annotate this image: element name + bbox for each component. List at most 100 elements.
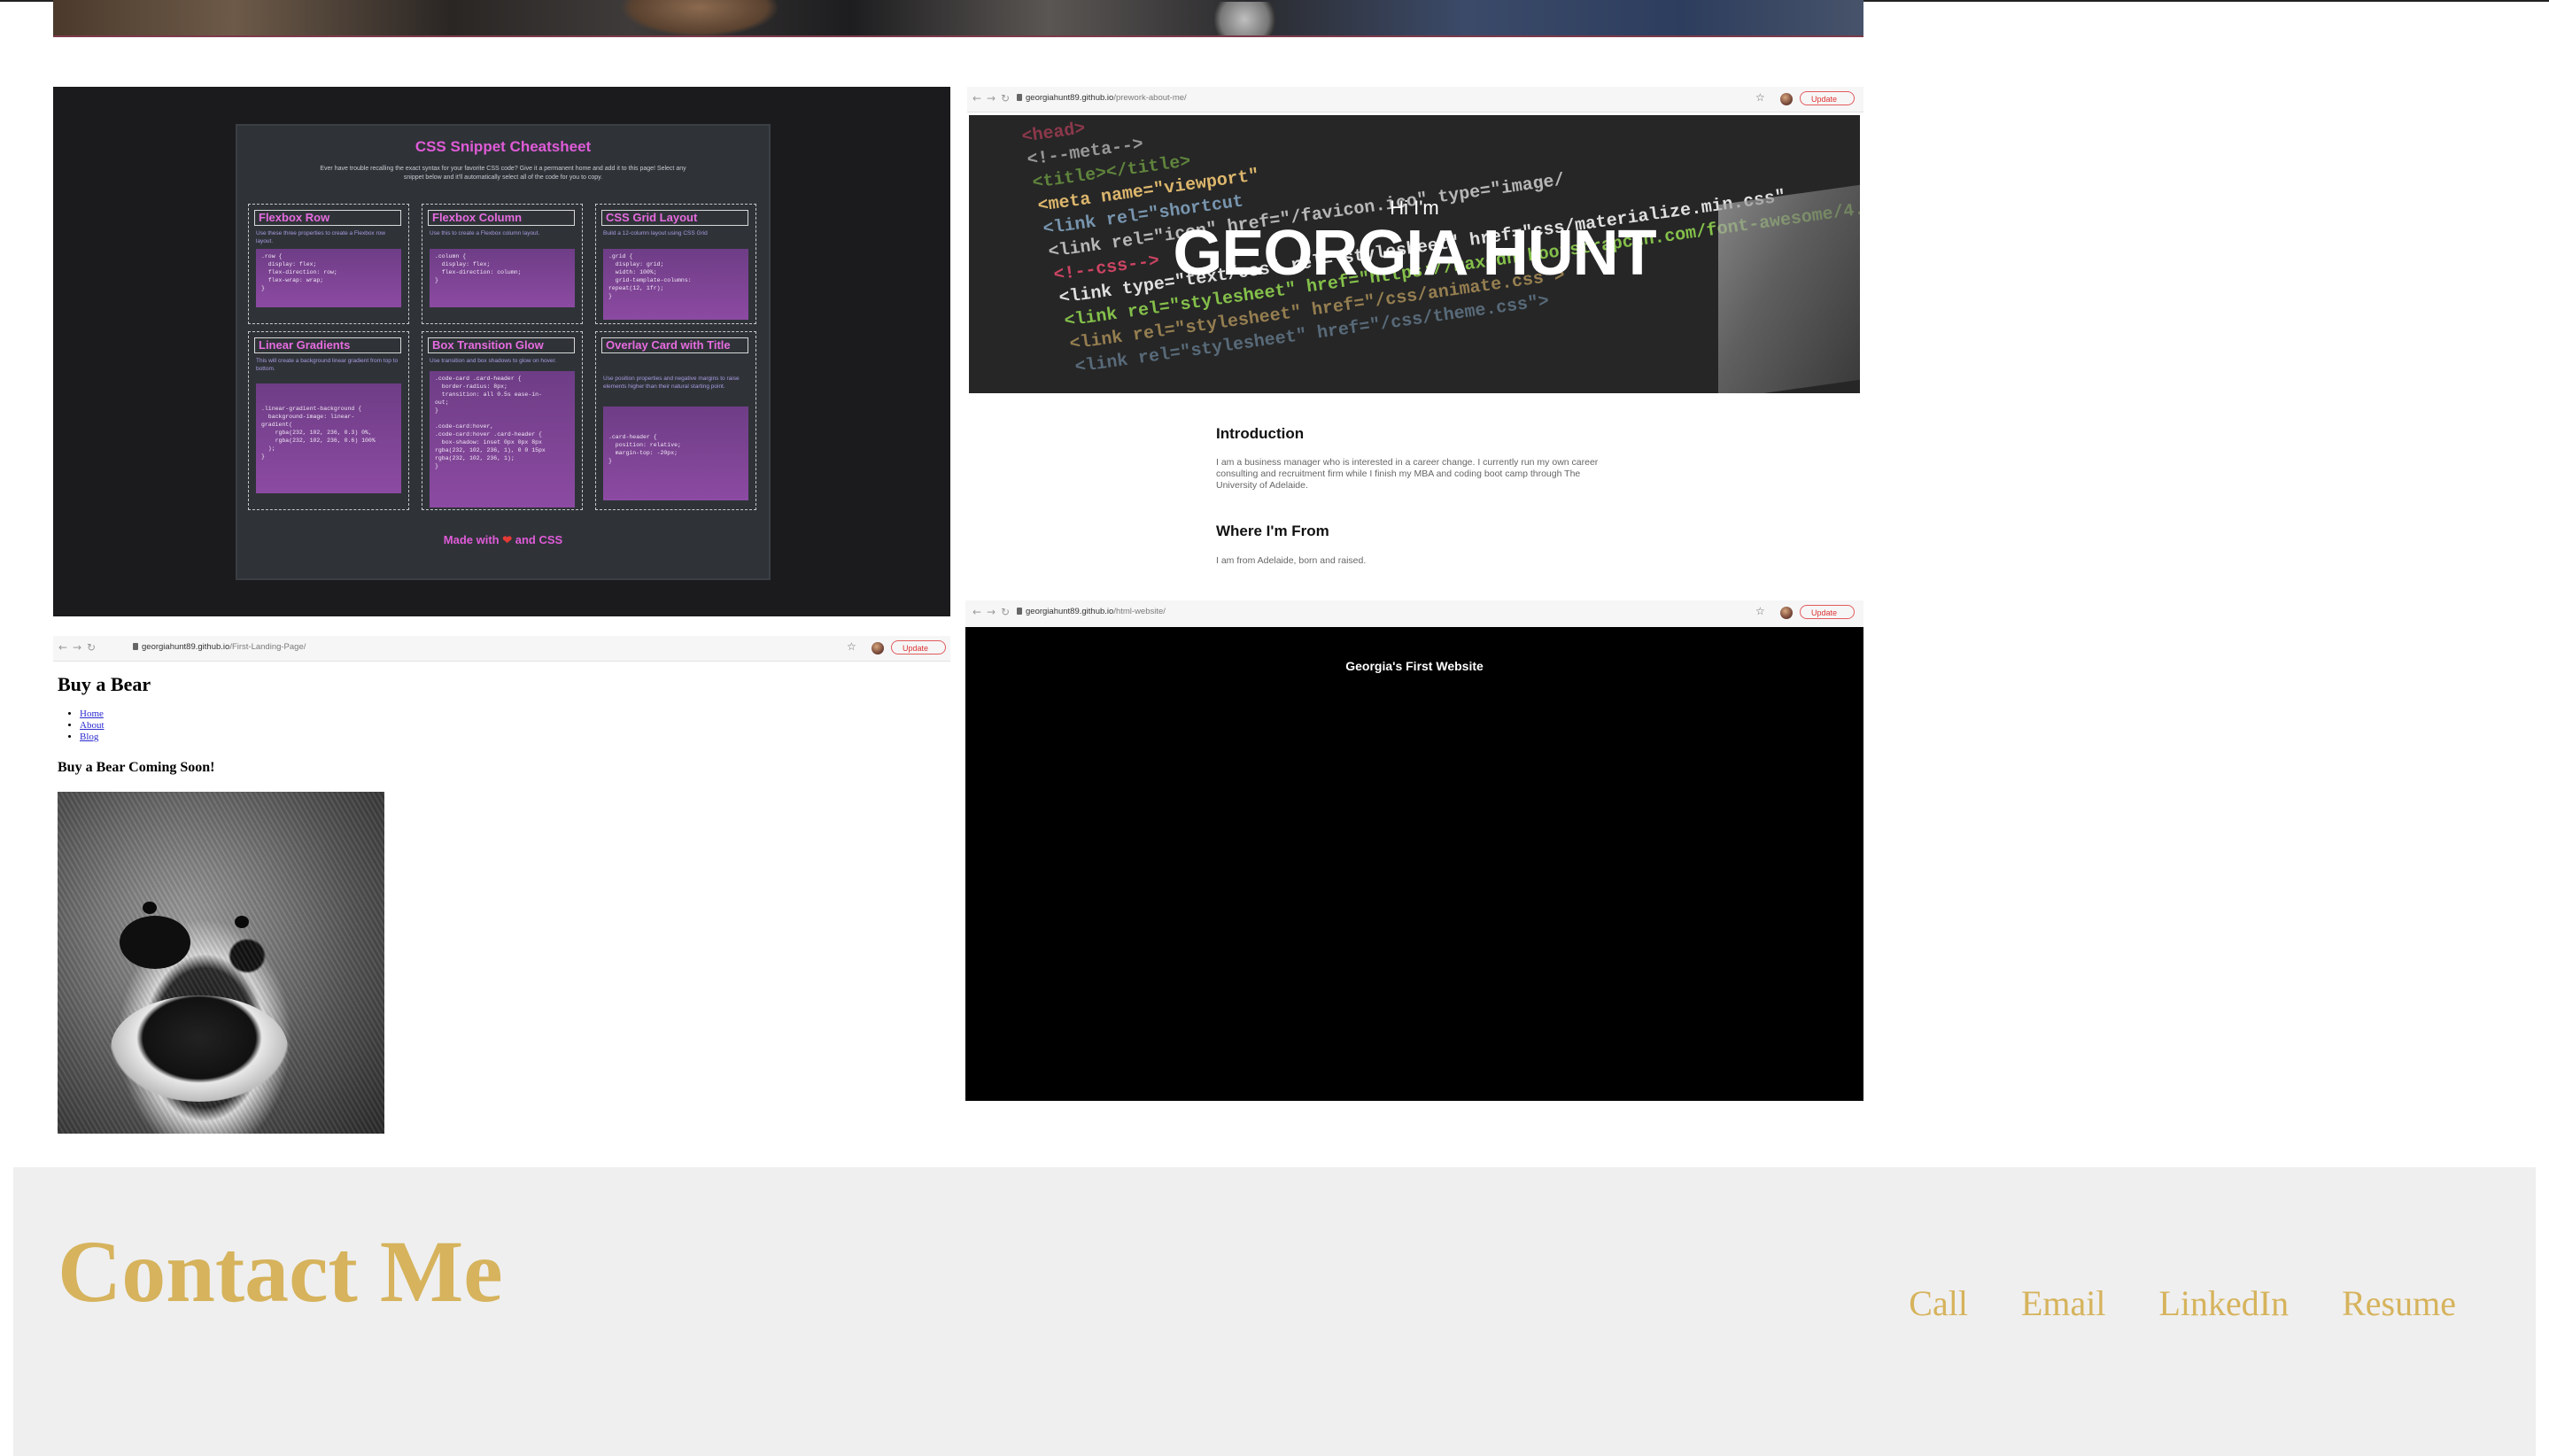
url-path: /prework-about-me/	[1113, 93, 1187, 103]
section-heading: Introduction	[1216, 425, 1305, 442]
snippet-label: Flexbox Row	[254, 210, 401, 226]
snippet-label: Overlay Card with Title	[601, 337, 748, 353]
update-button[interactable]: Update	[891, 640, 946, 654]
contact-link-call[interactable]: Call	[1909, 1282, 1968, 1324]
nav-link-about[interactable]: About	[80, 720, 105, 731]
nav-item: Blog	[80, 732, 105, 743]
contact-links: Call Email LinkedIn Resume	[1909, 1282, 2456, 1324]
url-host: georgiahunt89.github.io	[142, 642, 230, 652]
snippet-label: Linear Gradients	[254, 337, 401, 353]
snippet-code[interactable]: .linear-gradient-background { background…	[256, 383, 401, 493]
project-css-cheatsheet[interactable]: CSS Snippet Cheatsheet Ever have trouble…	[53, 87, 950, 616]
url-bar[interactable]: georgiahunt89.github.io/First-Landing-Pa…	[142, 642, 306, 652]
back-arrow-icon[interactable]: ←	[972, 606, 981, 618]
nav-item: About	[80, 720, 105, 732]
snippet-label: Flexbox Column	[428, 210, 575, 226]
section-text: I am from Adelaide, born and raised.	[1216, 555, 1367, 566]
snippet-desc: Use these three properties to create a F…	[256, 230, 385, 244]
reload-icon[interactable]: ↻	[87, 641, 96, 654]
lock-icon	[1017, 94, 1022, 101]
contact-title: Contact Me	[58, 1222, 503, 1320]
bear-eye	[235, 916, 249, 928]
contact-link-resume[interactable]: Resume	[2342, 1282, 2456, 1324]
snippet-card-linear-gradients[interactable]: Linear Gradients This will create a back…	[248, 331, 409, 510]
project-buy-a-bear[interactable]: ← → ↻ georgiahunt89.github.io/First-Land…	[53, 636, 950, 1134]
nav-link-blog[interactable]: Blog	[80, 732, 98, 742]
url-path: /html-website/	[1113, 607, 1166, 616]
star-icon[interactable]: ☆	[847, 640, 856, 653]
url-host: georgiahunt89.github.io	[1026, 607, 1114, 616]
reload-icon[interactable]: ↻	[1001, 606, 1010, 618]
avatar[interactable]	[1780, 93, 1793, 105]
browser-toolbar: ← → ↻ georgiahunt89.github.io/First-Land…	[53, 636, 950, 662]
bear-subtitle: Buy a Bear Coming Soon!	[58, 760, 215, 775]
snippet-card-flexbox-column[interactable]: Flexbox Column Use this to create a Flex…	[422, 204, 583, 324]
url-bar[interactable]: georgiahunt89.github.io/prework-about-me…	[1026, 93, 1187, 103]
photo-bottom-border	[53, 35, 1863, 37]
snippet-desc: This will create a background linear gra…	[256, 358, 399, 372]
avatar[interactable]	[872, 642, 884, 654]
contact-link-linkedin[interactable]: LinkedIn	[2159, 1282, 2289, 1324]
snippet-code[interactable]: .card-header { position: relative; margi…	[603, 407, 748, 500]
snippet-label: CSS Grid Layout	[601, 210, 748, 226]
snippet-desc: Use position properties and negative mar…	[603, 376, 740, 390]
update-button[interactable]: Update	[1800, 91, 1855, 105]
project-first-website[interactable]: Georgia's First Website	[965, 600, 1863, 1101]
photo-hand	[620, 0, 779, 37]
snippet-desc: Build a 12-column layout using CSS Grid	[603, 230, 708, 236]
first-website-title: Georgia's First Website	[1345, 659, 1484, 673]
bear-mouth	[111, 995, 288, 1102]
hero-name: GEORGIA HUNT	[1173, 218, 1656, 289]
section-text: I am a business manager who is intereste…	[1216, 457, 1599, 491]
browser-toolbar: ← → ↻ georgiahunt89.github.io/html-websi…	[965, 600, 1863, 627]
forward-arrow-icon[interactable]: →	[73, 641, 81, 654]
lock-icon	[133, 643, 138, 650]
snippet-code[interactable]: .row { display: flex; flex-direction: ro…	[256, 249, 401, 307]
back-arrow-icon[interactable]: ←	[972, 92, 981, 105]
snippet-card-overlay-card[interactable]: Overlay Card with Title Use position pro…	[595, 331, 756, 510]
cheatsheet-footer: Made with ❤ and CSS	[237, 533, 769, 547]
footer-text-before: Made with	[443, 533, 503, 546]
about-hero: <head> <!--meta--> <title></title> <meta na…	[969, 115, 1860, 393]
star-icon[interactable]: ☆	[1755, 91, 1765, 104]
snippet-code[interactable]: .grid { display: grid; width: 100%; grid…	[603, 249, 748, 320]
bear-eye	[143, 902, 157, 914]
url-bar[interactable]: georgiahunt89.github.io/html-website/	[1026, 607, 1166, 616]
snippet-desc: Use this to create a Flexbox column layo…	[430, 230, 540, 236]
section-heading: Where I'm From	[1216, 523, 1329, 539]
contact-link-email[interactable]: Email	[2021, 1282, 2106, 1324]
snippet-desc: Use transition and box shadows to glow o…	[430, 358, 557, 364]
lock-icon	[1017, 608, 1022, 615]
cheatsheet-card: CSS Snippet Cheatsheet Ever have trouble…	[236, 124, 771, 580]
avatar[interactable]	[1780, 607, 1793, 619]
url-host: georgiahunt89.github.io	[1026, 93, 1114, 103]
update-button[interactable]: Update	[1800, 605, 1855, 619]
snippet-card-flexbox-row[interactable]: Flexbox Row Use these three properties t…	[248, 204, 409, 324]
watch-icon	[1205, 2, 1284, 37]
nav-item: Home	[80, 709, 105, 720]
cheatsheet-intro: Ever have trouble recalling the exact sy…	[320, 166, 686, 181]
snippet-label: Box Transition Glow	[428, 337, 575, 353]
top-project-image[interactable]	[53, 0, 1863, 37]
cheatsheet-title: CSS Snippet Cheatsheet	[415, 138, 592, 155]
heart-icon: ❤	[502, 533, 513, 546]
bear-photo	[58, 792, 384, 1134]
snippet-card-box-transition-glow[interactable]: Box Transition Glow Use transition and b…	[422, 331, 583, 510]
contact-section: Contact Me Call Email LinkedIn Resume	[13, 1167, 2536, 1456]
project-about-me[interactable]: ← → ↻ georgiahunt89.github.io/prework-ab…	[967, 87, 1863, 583]
snippet-card-css-grid[interactable]: CSS Grid Layout Build a 12-column layout…	[595, 204, 756, 324]
browser-toolbar: ← → ↻ georgiahunt89.github.io/prework-ab…	[967, 87, 1863, 112]
page-title: Buy a Bear	[58, 673, 151, 695]
nav-link-home[interactable]: Home	[80, 709, 104, 719]
bear-nav: Home About Blog	[64, 709, 105, 743]
snippet-code[interactable]: .code-card .card-header { border-radius:…	[430, 371, 575, 507]
back-arrow-icon[interactable]: ←	[58, 641, 67, 654]
forward-arrow-icon[interactable]: →	[987, 92, 996, 105]
url-path: /First-Landing-Page/	[229, 642, 306, 652]
forward-arrow-icon[interactable]: →	[987, 606, 996, 618]
snippet-code[interactable]: .column { display: flex; flex-direction:…	[430, 249, 575, 307]
bear-nose	[120, 916, 190, 969]
footer-text-after: and CSS	[512, 533, 563, 546]
star-icon[interactable]: ☆	[1755, 605, 1765, 617]
reload-icon[interactable]: ↻	[1001, 92, 1010, 105]
